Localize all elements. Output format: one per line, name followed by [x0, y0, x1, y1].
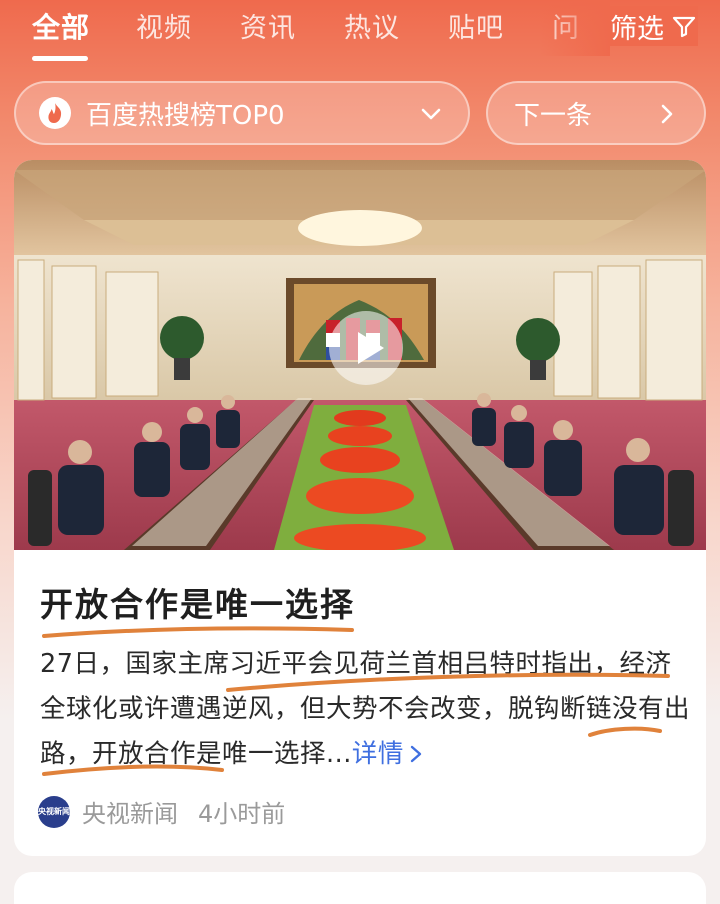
hot-search-selector[interactable]: 百度热搜榜TOP0 — [14, 81, 470, 145]
article-summary: 27日，国家主席习近平会见荷兰首相吕特时指出，经济全球化或许遭遇逆风，但大势不会… — [40, 642, 690, 777]
tab-video[interactable]: 视频 — [136, 6, 192, 45]
active-tab-indicator — [32, 56, 88, 61]
filter-label: 筛选 — [610, 13, 664, 45]
next-card-peek — [14, 872, 706, 904]
hot-search-label: 百度热搜榜TOP0 — [86, 100, 285, 131]
publish-time: 4小时前 — [198, 800, 286, 828]
chevron-right-icon — [661, 104, 673, 124]
tab-discussion[interactable]: 热议 — [344, 6, 400, 45]
article-headline[interactable]: 开放合作是唯一选择 — [40, 578, 355, 626]
detail-label: 详情 — [351, 739, 404, 769]
tab-fade — [540, 0, 610, 56]
filter-button[interactable]: 筛选 — [608, 6, 698, 46]
detail-link[interactable]: 详情 — [352, 739, 424, 769]
news-card[interactable]: 开放合作是唯一选择 27日，国家主席习近平会见荷兰首相吕特时指出，经济全球化或许… — [14, 160, 706, 856]
tab-tieba[interactable]: 贴吧 — [448, 6, 504, 45]
next-item-label: 下一条 — [514, 100, 593, 131]
next-item-button[interactable]: 下一条 — [486, 81, 706, 145]
chevron-down-icon — [421, 108, 441, 120]
flame-icon — [39, 97, 71, 129]
source-logo: 央视新闻 — [38, 795, 70, 828]
tab-all[interactable]: 全部 — [32, 6, 90, 46]
source-row: 央视新闻 央视新闻 4小时前 — [38, 794, 285, 829]
source-name[interactable]: 央视新闻 — [82, 794, 178, 829]
filter-icon — [672, 16, 696, 38]
play-icon[interactable] — [328, 310, 404, 386]
tab-news[interactable]: 资讯 — [240, 6, 296, 45]
tab-bar: 全部 视频 资讯 热议 贴吧 问 筛选 — [0, 0, 720, 62]
chevron-right-icon — [410, 745, 422, 763]
